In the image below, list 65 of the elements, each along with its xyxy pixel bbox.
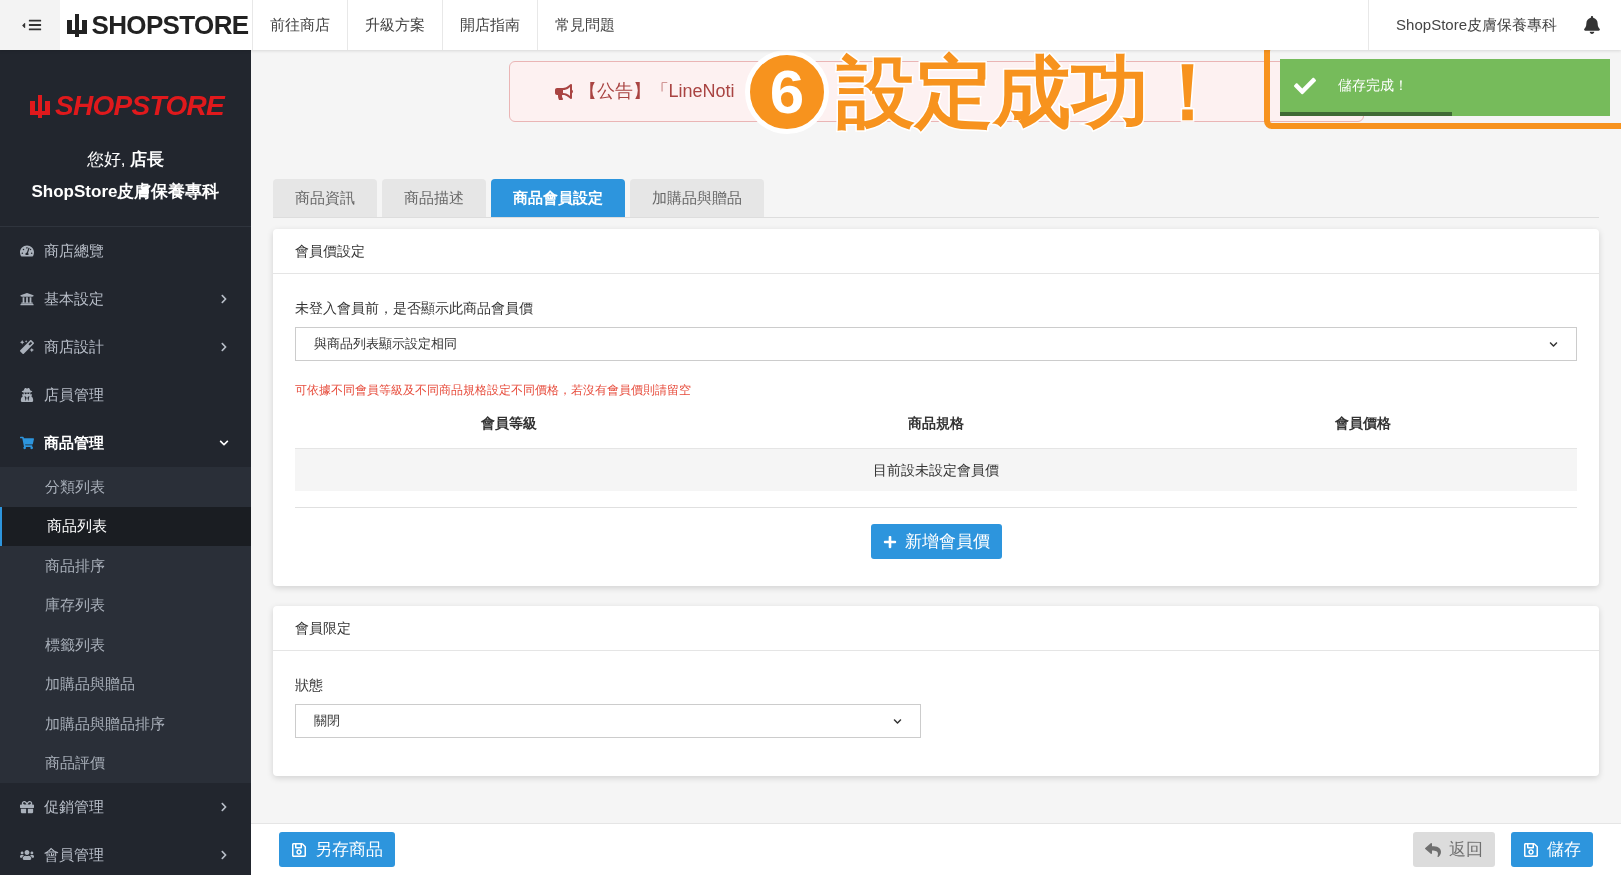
- menu-toggle-button[interactable]: [0, 0, 60, 50]
- user-icon: [20, 388, 34, 402]
- sidebar-store-name: ShopStore皮膚保養專科: [31, 180, 220, 203]
- cart-icon: [20, 436, 34, 450]
- plus-icon: [882, 534, 897, 549]
- users-icon: [20, 848, 34, 862]
- nav-link[interactable]: 前往商店: [252, 0, 347, 50]
- submenu-item[interactable]: 商品排序: [0, 546, 251, 586]
- column-header: 商品規格: [907, 414, 965, 433]
- chevron-right-icon: [219, 294, 229, 304]
- display-select[interactable]: 與商品列表顯示設定相同: [295, 327, 1577, 361]
- field-label: 狀態: [295, 676, 324, 695]
- menu-icon: [27, 18, 42, 32]
- sidebar-item[interactable]: 商店設計: [0, 323, 251, 371]
- toast-message: 儲存完成！: [1338, 76, 1408, 95]
- bank-icon: [20, 292, 34, 306]
- step-number-badge: 6: [745, 50, 829, 134]
- dashboard-icon: [20, 244, 34, 258]
- sidebar-item[interactable]: 店員管理: [0, 371, 251, 419]
- sidebar-logo: SHOPSTORE: [27, 85, 224, 127]
- bell-icon[interactable]: [1583, 16, 1601, 34]
- hint-text: 可依據不同會員等級及不同商品規格設定不同價格，若沒有會員價則請留空: [295, 382, 692, 399]
- nav-link[interactable]: 升級方案: [347, 0, 442, 50]
- submenu-item[interactable]: 標籤列表: [0, 625, 251, 665]
- chevron-right-icon: [219, 850, 229, 860]
- submenu-item[interactable]: 庫存列表: [0, 585, 251, 625]
- nav-link[interactable]: 常見問題: [537, 0, 632, 50]
- save-icon: [1523, 841, 1539, 858]
- chevron-right-icon: [219, 342, 229, 352]
- sidebar-item[interactable]: 基本設定: [0, 275, 251, 323]
- megaphone-icon: [554, 82, 573, 101]
- sidebar-item[interactable]: 商店總覽: [0, 227, 251, 275]
- wand-icon: [20, 340, 34, 354]
- submenu-item[interactable]: 商品評價: [0, 743, 251, 783]
- reply-icon: [1425, 841, 1441, 858]
- greeting: 您好, 店長: [86, 149, 165, 171]
- save-icon: [291, 841, 307, 858]
- tab[interactable]: 商品描述: [382, 179, 486, 217]
- brand-logo: SHOPSTORE: [63, 5, 249, 45]
- store-name[interactable]: ShopStore皮膚保養專科: [1396, 13, 1557, 37]
- column-header: 會員等級: [479, 414, 538, 433]
- submenu-item[interactable]: 分類列表: [0, 467, 251, 507]
- column-header: 會員價格: [1334, 414, 1393, 433]
- announcement-text: 【公告】「LineNoti: [578, 80, 735, 103]
- chevron-down-icon: [219, 438, 229, 448]
- submenu-item[interactable]: 加購品與贈品: [0, 664, 251, 704]
- sidebar-item[interactable]: 會員管理: [0, 831, 251, 875]
- gift-icon: [20, 800, 34, 814]
- sidebar-item[interactable]: 促銷管理: [0, 783, 251, 831]
- card-title: 會員價設定: [295, 241, 365, 261]
- dropdown-icon: [893, 716, 902, 726]
- tab[interactable]: 商品資訊: [273, 179, 377, 217]
- annotation-text: 設定成功！: [837, 53, 1227, 131]
- dropdown-icon: [1549, 339, 1558, 349]
- tab[interactable]: 加購品與贈品: [630, 179, 764, 217]
- status-select[interactable]: 關閉: [295, 704, 921, 738]
- field-label: 未登入會員前，是否顯示此商品會員價: [295, 299, 534, 318]
- nav-link[interactable]: 開店指南: [442, 0, 537, 50]
- chevron-right-icon: [219, 802, 229, 812]
- logo-icon: [27, 93, 53, 119]
- empty-message: 目前設未設定會員價: [873, 460, 999, 480]
- card-title: 會員限定: [295, 618, 351, 638]
- sidebar-item[interactable]: 商品管理: [0, 419, 251, 467]
- submenu-item[interactable]: 商品列表: [0, 506, 251, 546]
- submenu-item[interactable]: 加購品與贈品排序: [0, 704, 251, 744]
